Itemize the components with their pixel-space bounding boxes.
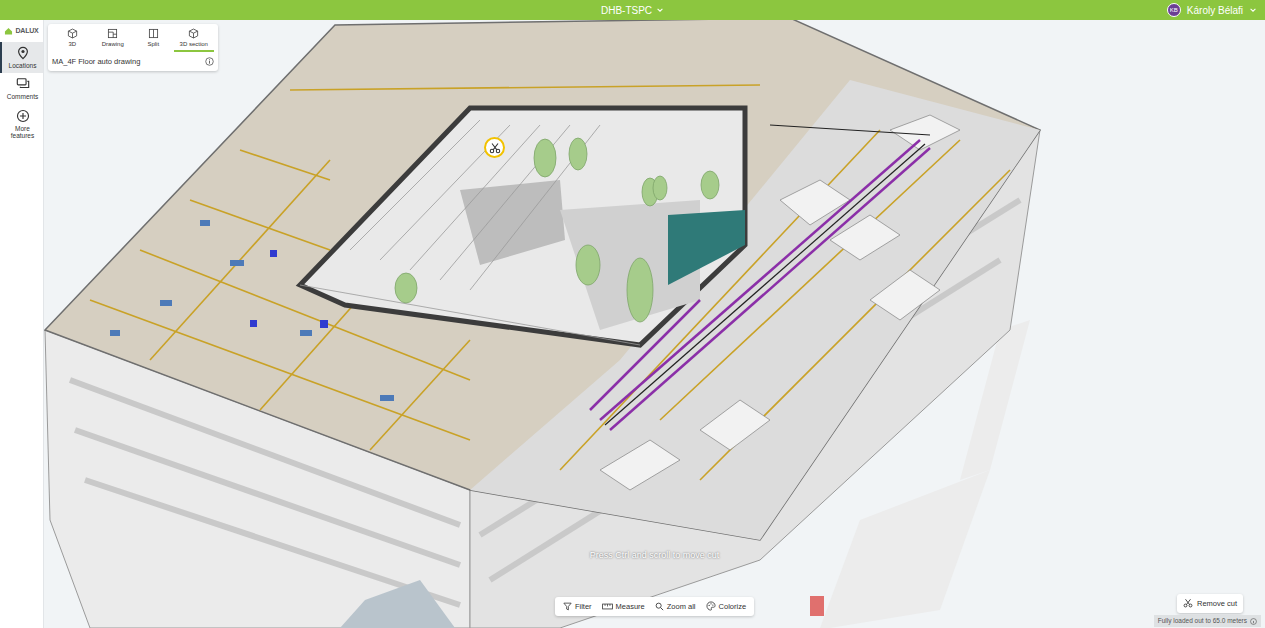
- view-tab-label[interactable]: 3D: [68, 41, 76, 48]
- sidebar: DALUX Locations Comments More features: [0, 20, 44, 628]
- view-tab[interactable]: Split: [133, 28, 174, 52]
- sidebar-item-label[interactable]: More features: [2, 125, 43, 140]
- plus-circle-icon: [16, 109, 30, 123]
- filter-icon: [563, 602, 572, 611]
- magnifier-icon: [655, 602, 664, 611]
- sidebar-item[interactable]: Locations: [0, 42, 43, 73]
- sidebar-items: Locations Comments More features: [0, 42, 43, 144]
- building-model[interactable]: [44, 20, 1265, 628]
- scissors-icon: [1183, 598, 1193, 608]
- cut-handle[interactable]: [484, 137, 505, 158]
- toolbar-button[interactable]: Filter: [561, 601, 594, 612]
- cut-hint: Press Ctrl and scroll to move cut: [590, 549, 720, 563]
- cube-icon: [67, 28, 78, 39]
- user-menu[interactable]: KB Károly Bélafi: [1167, 0, 1257, 20]
- palette-icon: [706, 601, 716, 611]
- toolbar-button[interactable]: Zoom all: [653, 601, 698, 612]
- logo[interactable]: DALUX: [0, 20, 43, 42]
- sidebar-item[interactable]: Comments: [0, 73, 43, 104]
- cube-icon: [188, 28, 199, 39]
- project-name[interactable]: DHB-TSPC: [601, 3, 652, 18]
- view-mode-panel: 3D Drawing Split 3D section MA_4F Floor aut…: [48, 24, 218, 71]
- project-selector[interactable]: DHB-TSPC: [601, 3, 664, 18]
- drawing-name[interactable]: MA_4F Floor auto drawing: [52, 56, 140, 67]
- user-name[interactable]: Károly Bélafi: [1187, 3, 1243, 18]
- remove-cut-button[interactable]: Remove cut: [1177, 594, 1243, 613]
- ruler-icon: [602, 602, 613, 611]
- view-tab-label[interactable]: Split: [147, 41, 159, 48]
- toolbar-button[interactable]: Colorize: [704, 601, 749, 612]
- toolbar-button[interactable]: Measure: [600, 601, 647, 612]
- scissors-icon: [489, 142, 501, 154]
- chevron-down-icon[interactable]: [656, 6, 664, 14]
- toolbar-button-label[interactable]: Colorize: [719, 601, 747, 612]
- sidebar-item[interactable]: More features: [0, 105, 43, 144]
- toolbar: Filter Measure Zoom all Colorize: [555, 597, 754, 616]
- info-icon[interactable]: [1250, 618, 1257, 625]
- hint-row: Press Ctrl and scroll to move cut: [44, 549, 1265, 563]
- view-tabs: 3D Drawing Split 3D section: [48, 24, 218, 52]
- load-status: Fully loaded out to 65.0 meters: [1154, 615, 1261, 627]
- location-pin-icon: [16, 46, 30, 60]
- load-status-text: Fully loaded out to 65.0 meters: [1158, 616, 1247, 626]
- toolbar-button-label[interactable]: Zoom all: [667, 601, 696, 612]
- app: DHB-TSPC KB Károly Bélafi DALUX Location…: [0, 0, 1265, 628]
- remove-cut-label[interactable]: Remove cut: [1197, 598, 1237, 609]
- drawing-row: MA_4F Floor auto drawing: [48, 52, 218, 71]
- view-tab-label[interactable]: Drawing: [102, 41, 124, 48]
- user-avatar[interactable]: KB: [1167, 3, 1181, 17]
- top-bar: DHB-TSPC KB Károly Bélafi: [0, 0, 1265, 20]
- drawing-icon: [107, 28, 118, 39]
- comments-icon: [16, 77, 30, 91]
- model-viewport[interactable]: 3D Drawing Split 3D section MA_4F Floor aut…: [44, 20, 1265, 628]
- view-tab[interactable]: 3D section: [174, 28, 215, 52]
- view-tab[interactable]: 3D: [52, 28, 93, 52]
- sidebar-item-label[interactable]: Comments: [5, 93, 40, 100]
- split-view-icon: [148, 28, 159, 39]
- toolbar-row: Filter Measure Zoom all Colorize: [44, 597, 1265, 616]
- toolbar-button-label[interactable]: Measure: [616, 601, 645, 612]
- chevron-down-icon[interactable]: [1249, 6, 1257, 14]
- info-icon[interactable]: [205, 57, 214, 66]
- view-tab[interactable]: Drawing: [93, 28, 134, 52]
- logo-text: DALUX: [15, 26, 38, 37]
- toolbar-button-label[interactable]: Filter: [575, 601, 592, 612]
- workspace: DALUX Locations Comments More features: [0, 20, 1265, 628]
- sidebar-item-label[interactable]: Locations: [7, 62, 39, 69]
- view-tab-label[interactable]: 3D section: [180, 41, 208, 48]
- house-icon: [4, 27, 13, 35]
